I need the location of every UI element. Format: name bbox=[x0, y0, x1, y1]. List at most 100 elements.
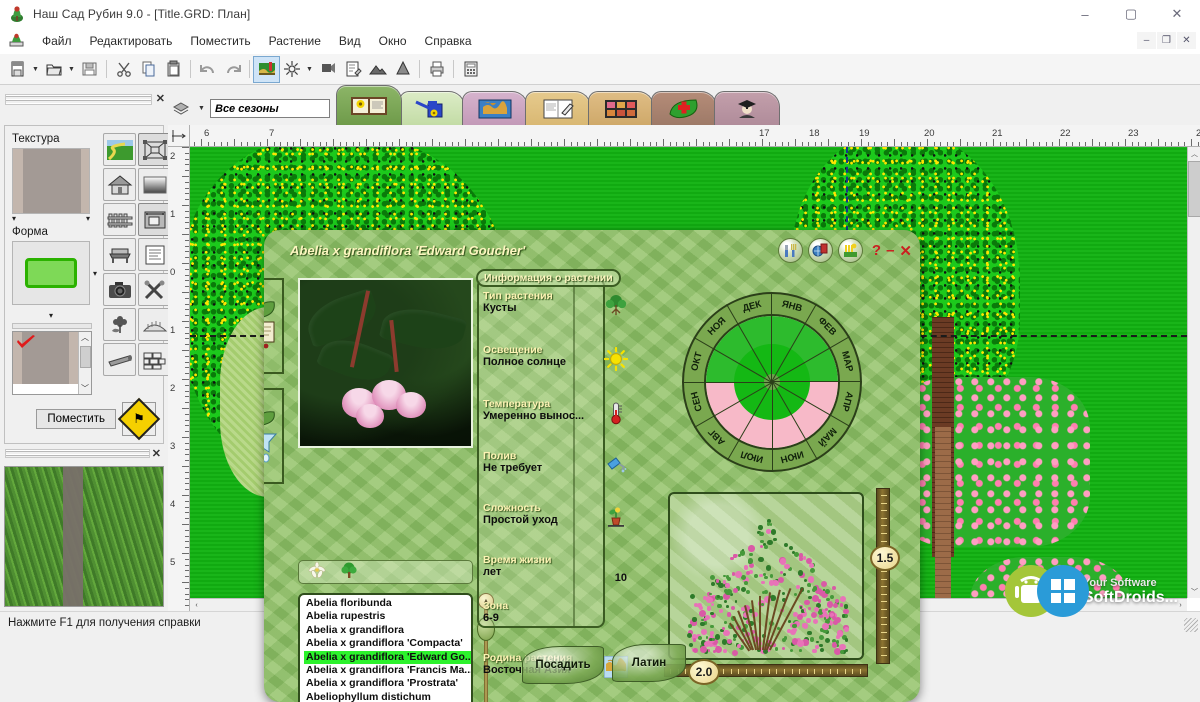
planting-orb[interactable] bbox=[837, 238, 863, 263]
menu-plant[interactable]: Растение bbox=[260, 31, 330, 51]
white-flower-icon[interactable] bbox=[308, 561, 326, 583]
bridge-button[interactable] bbox=[138, 308, 172, 341]
form-dropdown-caret-icon[interactable]: ▾ bbox=[93, 269, 97, 278]
plant-encyclopedia-dialog[interactable]: Abelia x grandiflora 'Edward Goucher' ? … bbox=[264, 230, 920, 702]
preview-drag-grip[interactable] bbox=[5, 449, 150, 458]
minimize-button[interactable]: – bbox=[1062, 0, 1108, 28]
plant-catalog-button[interactable] bbox=[279, 57, 304, 82]
new-button[interactable] bbox=[5, 57, 30, 82]
plant-catalog-dropdown-caret-icon[interactable]: ▼ bbox=[304, 57, 315, 82]
dialog-minimize-icon[interactable]: – bbox=[886, 242, 894, 259]
terrain-texture-button[interactable] bbox=[103, 133, 137, 166]
notes-button[interactable] bbox=[340, 57, 365, 82]
height-value-badge[interactable]: 1.5 bbox=[870, 545, 900, 571]
panel-close-icon[interactable]: ✕ bbox=[156, 92, 165, 105]
calendar-month-label[interactable]: АПР bbox=[838, 386, 856, 418]
maximize-button[interactable]: ▢ bbox=[1108, 0, 1154, 28]
new-dropdown-caret-icon[interactable]: ▼ bbox=[30, 57, 41, 82]
fence-button[interactable] bbox=[103, 203, 137, 236]
flower-bed-pink[interactable] bbox=[890, 377, 1090, 547]
calculator-button[interactable] bbox=[458, 57, 483, 82]
print-button[interactable] bbox=[424, 57, 449, 82]
seasons-orb[interactable] bbox=[807, 238, 833, 263]
side-tab-filter[interactable] bbox=[264, 388, 284, 484]
save-button[interactable] bbox=[77, 57, 102, 82]
canvas-scroll-left-icon[interactable]: ‹ bbox=[190, 599, 203, 611]
tab-learn[interactable] bbox=[714, 91, 780, 125]
texture-swatch[interactable] bbox=[12, 148, 90, 214]
ruler-origin[interactable] bbox=[168, 125, 190, 147]
fill-button[interactable] bbox=[315, 57, 340, 82]
side-tab-encyclopedia[interactable] bbox=[264, 278, 284, 374]
calendar-month-label[interactable]: МАР bbox=[838, 345, 856, 377]
list-expand-caret-icon[interactable]: ▾ bbox=[49, 311, 53, 320]
plant-list-item[interactable]: Abelia x grandiflora 'Prostrata' bbox=[304, 677, 471, 690]
terrain-button[interactable] bbox=[365, 57, 390, 82]
horizontal-ruler[interactable]: 67171819202122232425 bbox=[168, 125, 1200, 147]
camera-button[interactable] bbox=[103, 273, 137, 306]
plant-list-item[interactable]: Abeliophyllum distichum bbox=[304, 691, 471, 702]
close-button[interactable]: ✕ bbox=[1154, 0, 1200, 28]
menu-edit[interactable]: Редактировать bbox=[81, 31, 182, 51]
tab-encyclopedia[interactable] bbox=[336, 85, 402, 125]
paste-button[interactable] bbox=[161, 57, 186, 82]
tab-journal[interactable] bbox=[525, 91, 591, 125]
text-list-button[interactable] bbox=[138, 238, 172, 271]
canvas-scroll-down-icon[interactable]: ﹀ bbox=[1188, 585, 1200, 598]
scroll-thumb[interactable] bbox=[80, 346, 91, 368]
copy-button[interactable] bbox=[136, 57, 161, 82]
cut-button[interactable] bbox=[111, 57, 136, 82]
flower-button[interactable] bbox=[103, 308, 137, 341]
shape-button[interactable] bbox=[390, 57, 415, 82]
menu-view[interactable]: Вид bbox=[330, 31, 370, 51]
plant-list-item[interactable]: Abelia floribunda bbox=[304, 597, 471, 610]
resize-grip[interactable] bbox=[1184, 618, 1198, 632]
plant-list[interactable]: Abelia floribunda Abelia rupestris Abelia … bbox=[298, 593, 473, 702]
texture-list[interactable]: ︿ ﹀ bbox=[12, 331, 92, 395]
plant-list-item[interactable]: Abelia x grandiflora 'Francis Ma... bbox=[304, 664, 471, 677]
texture-caret-right-icon[interactable]: ▾ bbox=[86, 214, 90, 223]
latin-button[interactable]: Латин bbox=[612, 644, 686, 682]
open-button[interactable] bbox=[41, 57, 66, 82]
menu-place[interactable]: Поместить bbox=[181, 31, 259, 51]
form-swatch[interactable] bbox=[12, 241, 90, 305]
grid-object-button[interactable] bbox=[138, 133, 172, 166]
mdi-restore-button[interactable]: ❐ bbox=[1157, 32, 1176, 49]
redo-button[interactable] bbox=[220, 57, 245, 82]
preview-close-icon[interactable]: ✕ bbox=[152, 447, 161, 460]
menu-file[interactable]: Файл bbox=[33, 31, 81, 51]
mdi-close-button[interactable]: ✕ bbox=[1177, 32, 1196, 49]
scroll-up-icon[interactable]: ︿ bbox=[81, 332, 89, 343]
menu-help[interactable]: Справка bbox=[416, 31, 481, 51]
calendar-month-label[interactable]: ИЮЛ bbox=[736, 448, 768, 466]
tab-health[interactable] bbox=[651, 91, 717, 125]
list-grip[interactable] bbox=[12, 323, 92, 329]
tab-map[interactable] bbox=[462, 91, 528, 125]
tools-button[interactable] bbox=[138, 273, 172, 306]
undo-button[interactable] bbox=[195, 57, 220, 82]
calendar-month-label[interactable]: ДЕК bbox=[736, 297, 768, 315]
season-combo[interactable]: Все сезоны bbox=[210, 99, 330, 118]
dimension-button[interactable] bbox=[138, 203, 172, 236]
layers-icon[interactable] bbox=[168, 96, 193, 121]
plant-list-item[interactable]: Abelia x grandiflora 'Edward Go... bbox=[304, 650, 471, 665]
calendar-month-label[interactable]: ИЮН bbox=[776, 448, 808, 466]
green-tree-icon[interactable] bbox=[340, 562, 358, 583]
calendar-month-label[interactable]: СЕН bbox=[687, 386, 705, 418]
plant-list-item[interactable]: Abelia x grandiflora bbox=[304, 624, 471, 637]
dialog-help-icon[interactable]: ? bbox=[872, 242, 881, 259]
canvas-scroll-up-icon[interactable]: ︿ bbox=[1188, 147, 1200, 160]
canvas-vertical-scrollbar[interactable]: ︿ ﹀ bbox=[1187, 147, 1200, 598]
calendar-month-label[interactable]: ОКТ bbox=[687, 345, 705, 377]
panel-drag-grip[interactable] bbox=[5, 94, 152, 105]
plant-3d-preview[interactable] bbox=[668, 492, 864, 660]
texture-list-scrollbar[interactable]: ︿ ﹀ bbox=[78, 332, 91, 394]
vertical-ruler[interactable]: 2101234567 bbox=[168, 147, 190, 611]
layers-dropdown-caret-icon[interactable]: ▼ bbox=[196, 96, 207, 121]
garden-tools-orb[interactable] bbox=[777, 238, 803, 263]
scroll-down-icon[interactable]: ﹀ bbox=[81, 383, 89, 394]
calendar-month-label[interactable]: ЯНВ bbox=[776, 297, 808, 315]
dialog-close-icon[interactable]: ✕ bbox=[899, 242, 912, 260]
texture-caret-left-icon[interactable]: ▾ bbox=[12, 214, 16, 223]
garden-path[interactable] bbox=[935, 427, 951, 598]
